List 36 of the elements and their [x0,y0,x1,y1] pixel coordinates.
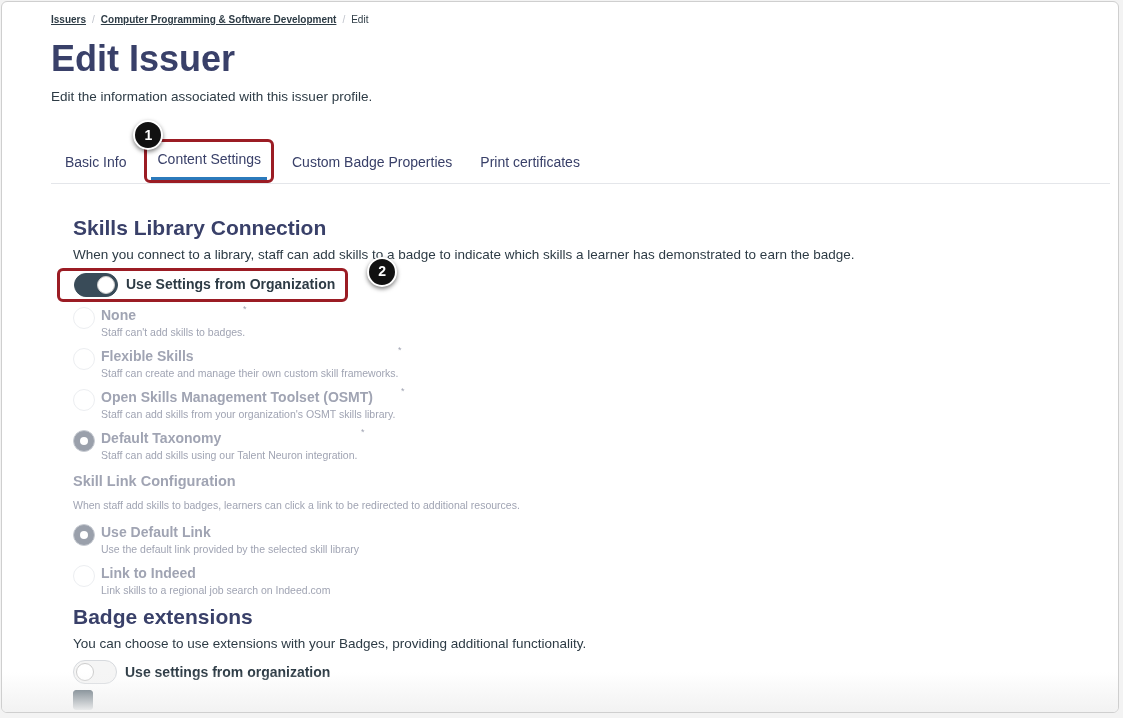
required-mark: * [398,343,402,357]
page-subtitle: Edit the information associated with this issuer profile. [51,88,374,106]
required-mark: * [401,384,405,398]
page-title: Edit Issuer [51,37,237,81]
tab[interactable]: Print certificates [474,145,586,184]
breadcrumb-link[interactable]: Computer Programming & Software Development [100,12,337,27]
section-heading: Badge extensions [73,604,254,630]
breadcrumb-link[interactable]: Issuers [51,12,87,27]
option-label: None [101,305,136,325]
callout-badge: 1 [133,120,164,151]
toggle-label: Use Settings from Organization [126,275,336,294]
required-mark: * [243,302,247,316]
subsection-description: When staff add skills to badges, learners can click a link to be redirected to additional resources. [73,498,521,514]
option-label: Default Taxonomy [101,428,222,448]
option-hint: Staff can add skills using our Talent Neuron integration. [101,447,358,462]
option-label: Flexible Skills [101,346,194,366]
breadcrumb-separator: / [92,13,95,27]
option-label: Link to Indeed [101,564,196,583]
section-description: You can choose to use extensions with your Badges, providing additional functionality. [73,635,588,653]
option-label: Open Skills Management Toolset (OSMT) [101,387,373,407]
option-hint: Staff can't add skills to badges. [101,324,246,339]
tab[interactable]: Custom Badge Properties [286,145,459,184]
option-label: Use Default Link [101,523,211,542]
breadcrumb-separator: / [342,13,346,27]
breadcrumb-current: Edit [351,13,369,27]
section-heading: Skills Library Connection [73,215,328,242]
subsection-heading: Skill Link Configuration [73,471,237,491]
option-hint: Link skills to a regional job search on Indeed.com [101,583,331,597]
option-hint: Staff can add skills from your organization's OSMT skills library. [101,406,396,421]
option-hint: Use the default link provided by the selected skill library [101,542,359,556]
option-hint: Staff can create and manage their own custom skill frameworks. [101,365,399,380]
toggle-switch[interactable] [74,272,118,297]
checkbox[interactable] [73,690,93,711]
required-mark: * [361,425,365,439]
tab[interactable]: Basic Info [59,145,133,184]
toggle-label: Use settings from organization [125,662,331,682]
